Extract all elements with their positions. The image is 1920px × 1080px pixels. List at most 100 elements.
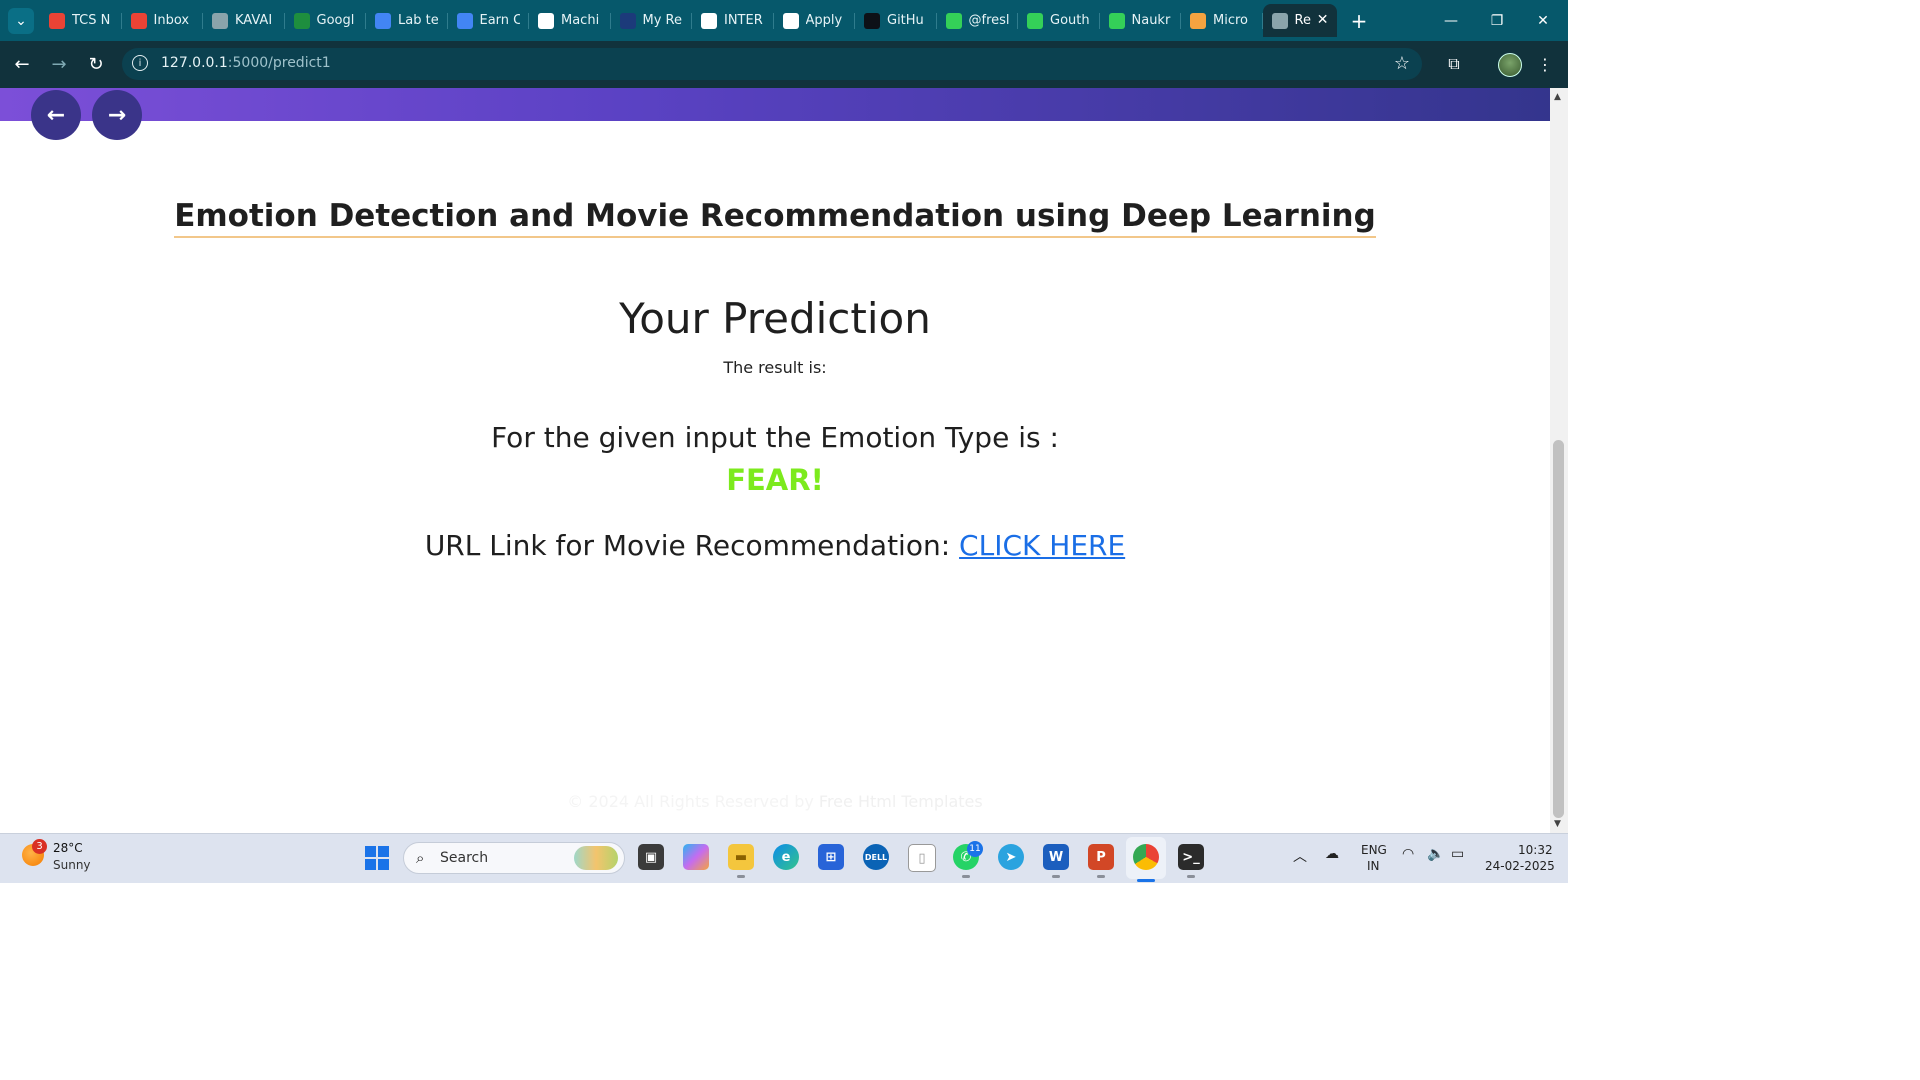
- browser-tab[interactable]: Googl: [285, 4, 367, 37]
- tab-title: Machi: [561, 13, 600, 28]
- next-arrow-button[interactable]: →: [92, 90, 142, 140]
- running-indicator: [1052, 875, 1060, 878]
- edge-icon[interactable]: e: [773, 844, 799, 870]
- browser-tab[interactable]: Re ✕: [1262, 4, 1337, 37]
- telegram-icon[interactable]: ➤: [998, 844, 1024, 870]
- close-tab-icon[interactable]: ✕: [1317, 12, 1329, 28]
- dell-icon[interactable]: DELL: [863, 844, 889, 870]
- task-view-icon[interactable]: ▣: [638, 844, 664, 870]
- running-indicator: [962, 875, 970, 878]
- browser-tab[interactable]: Machi: [529, 4, 611, 37]
- input-language[interactable]: ENG: [1361, 843, 1387, 857]
- url-text[interactable]: 127.0.0.1:5000/predict1: [161, 55, 331, 71]
- tata-icon: [782, 12, 799, 29]
- bookmark-star-icon[interactable]: ☆: [1394, 53, 1410, 74]
- github-icon: [864, 12, 880, 29]
- new-tab-button[interactable]: +: [1346, 8, 1372, 34]
- tab-title: Googl: [316, 13, 355, 28]
- asterisk-icon: [1108, 12, 1125, 29]
- clock-time[interactable]: 10:32: [1518, 843, 1553, 857]
- word-icon[interactable]: W: [1043, 844, 1069, 870]
- unstop-icon: [619, 12, 636, 29]
- running-indicator: [737, 875, 745, 878]
- page-scrollbar[interactable]: ▲ ▼: [1550, 88, 1568, 833]
- browser-tab[interactable]: KAVAI: [203, 4, 285, 37]
- movie-recommendation-link[interactable]: CLICK HERE: [959, 529, 1125, 562]
- browser-toolbar: ← → ↻ i 127.0.0.1:5000/predict1 ☆ ⧉ ⋮: [0, 41, 1568, 88]
- browser-tab[interactable]: Apply: [774, 4, 856, 37]
- browser-tab[interactable]: TCS N: [40, 4, 122, 37]
- browser-tab[interactable]: @fresl: [937, 4, 1019, 37]
- wifi-icon[interactable]: ◠: [1402, 846, 1414, 862]
- restore-icon[interactable]: ❐: [1474, 0, 1520, 41]
- weather-badge: 3: [32, 839, 47, 854]
- forward-icon[interactable]: →: [46, 51, 72, 77]
- clock-date[interactable]: 24-02-2025: [1485, 859, 1555, 873]
- battery-icon[interactable]: ▭: [1451, 846, 1464, 862]
- browser-tab[interactable]: My Re: [611, 4, 693, 37]
- globe-icon: [1271, 12, 1288, 29]
- prev-arrow-button[interactable]: ←: [31, 90, 81, 140]
- scroll-up-arrow-icon[interactable]: ▲: [1554, 92, 1561, 102]
- header-band: [0, 88, 1550, 121]
- minimize-icon[interactable]: —: [1428, 0, 1474, 41]
- internshala-icon: [701, 12, 717, 29]
- onedrive-warning-icon[interactable]: ☁: [1325, 846, 1339, 862]
- tab-title: My Re: [642, 13, 683, 28]
- file-explorer-icon[interactable]: ▬: [728, 844, 754, 870]
- windows-start-icon[interactable]: [365, 846, 389, 870]
- scroll-down-arrow-icon[interactable]: ▼: [1554, 819, 1561, 829]
- back-icon[interactable]: ←: [9, 51, 35, 77]
- site-info-icon[interactable]: i: [132, 55, 148, 71]
- tab-title: Inbox: [153, 13, 190, 28]
- running-indicator: [1187, 875, 1195, 878]
- volume-icon[interactable]: 🔈: [1427, 846, 1444, 862]
- cloud-icon: [375, 12, 391, 29]
- extensions-icon[interactable]: ⧉: [1442, 52, 1466, 76]
- browser-tab[interactable]: INTER: [692, 4, 774, 37]
- notepad-icon[interactable]: ▯: [908, 844, 936, 872]
- globe-icon: [212, 12, 228, 29]
- taskbar-search[interactable]: ⌕ Search: [403, 842, 625, 874]
- browser-tab[interactable]: Gouth: [1018, 4, 1100, 37]
- input-region[interactable]: IN: [1367, 859, 1380, 873]
- copilot-icon[interactable]: [683, 844, 709, 870]
- profile-avatar[interactable]: [1498, 53, 1522, 77]
- close-window-icon[interactable]: ✕: [1520, 0, 1566, 41]
- footer: © 2024 All Rights Reserved by Free Html …: [0, 792, 1550, 811]
- web-page: ← → Emotion Detection and Movie Recommen…: [0, 88, 1550, 833]
- classroom-icon: [293, 12, 310, 29]
- footer-link[interactable]: Free Html Templates: [819, 792, 983, 811]
- browser-tab[interactable]: Inbox: [122, 4, 204, 37]
- weather-temperature[interactable]: 28°C: [53, 841, 83, 855]
- scroll-thumb[interactable]: [1553, 440, 1564, 818]
- browser-tab[interactable]: Naukr: [1100, 4, 1182, 37]
- browser-tab[interactable]: Lab te: [366, 4, 448, 37]
- show-hidden-icons-chevron-icon[interactable]: ︿: [1293, 846, 1307, 866]
- windows-taskbar: 3 28°C Sunny ⌕ Search ▣ ▬ e ⊞ DELL ▯ ✆ 1…: [0, 833, 1568, 883]
- tab-title: @fresl: [968, 13, 1009, 28]
- browser-tab[interactable]: GitHu: [855, 4, 937, 37]
- menu-kebab-icon[interactable]: ⋮: [1533, 52, 1557, 76]
- powerpoint-icon[interactable]: P: [1088, 844, 1114, 870]
- loading-icon: [1190, 12, 1206, 29]
- tab-title: KAVAI: [235, 13, 273, 28]
- browser-tab[interactable]: Earn C: [448, 4, 530, 37]
- chrome-icon[interactable]: [1133, 844, 1159, 870]
- weather-condition[interactable]: Sunny: [53, 858, 91, 872]
- running-indicator: [1097, 875, 1105, 878]
- tab-search-icon[interactable]: ⌄: [8, 8, 34, 34]
- reload-icon[interactable]: ↻: [83, 51, 109, 77]
- microsoft-store-icon[interactable]: ⊞: [818, 844, 844, 870]
- address-bar[interactable]: i 127.0.0.1:5000/predict1 ☆: [122, 48, 1422, 80]
- search-placeholder: Search: [440, 850, 489, 866]
- result-label: The result is:: [723, 358, 827, 377]
- movie-url-line: URL Link for Movie Recommendation: CLICK…: [0, 529, 1550, 562]
- asterisk-icon: [1027, 12, 1043, 29]
- tab-title: Apply: [805, 13, 843, 28]
- browser-tab[interactable]: Micro: [1181, 4, 1263, 37]
- cloud-icon: [456, 12, 473, 29]
- footer-text: © 2024 All Rights Reserved by: [567, 792, 814, 811]
- tab-title: GitHu: [887, 13, 924, 28]
- terminal-icon[interactable]: >_: [1178, 844, 1204, 870]
